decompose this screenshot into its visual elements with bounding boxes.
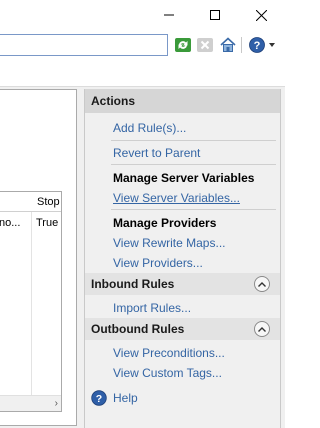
address-field[interactable] bbox=[0, 34, 168, 56]
view-custom-tags-link[interactable]: View Custom Tags... bbox=[113, 366, 222, 380]
home-icon[interactable] bbox=[219, 36, 237, 54]
minimize-button[interactable] bbox=[146, 0, 192, 30]
help-link[interactable]: Help bbox=[113, 391, 138, 405]
close-icon bbox=[255, 9, 267, 21]
inbound-rules-label: Inbound Rules bbox=[91, 277, 175, 291]
close-button[interactable] bbox=[238, 0, 284, 30]
view-rewrite-maps-link[interactable]: View Rewrite Maps... bbox=[113, 236, 225, 250]
separator bbox=[111, 164, 276, 165]
refresh-icon[interactable] bbox=[174, 36, 192, 54]
stop-icon[interactable] bbox=[196, 36, 214, 54]
help-icon[interactable]: ? bbox=[91, 390, 107, 406]
view-server-variables-link[interactable]: View Server Variables... bbox=[113, 191, 240, 205]
revert-to-parent-link[interactable]: Revert to Parent bbox=[113, 146, 200, 160]
toolbar-separator bbox=[241, 37, 242, 53]
svg-text:?: ? bbox=[254, 40, 261, 52]
add-rules-link[interactable]: Add Rule(s)... bbox=[113, 121, 186, 135]
separator bbox=[111, 140, 276, 141]
chevron-right-icon[interactable]: › bbox=[55, 398, 58, 409]
collapse-inbound-button[interactable] bbox=[254, 276, 270, 292]
content-area: Stop no... True › Actions Add Rule(s)...… bbox=[0, 87, 285, 428]
view-providers-link[interactable]: View Providers... bbox=[113, 256, 203, 270]
horizontal-scrollbar[interactable]: › bbox=[0, 395, 61, 411]
grid-header: Stop bbox=[0, 192, 61, 212]
address-bar-row: ? bbox=[0, 30, 285, 60]
actions-pane: Actions Add Rule(s)... Revert to Parent … bbox=[84, 89, 281, 428]
help-dropdown-icon[interactable]: ? bbox=[248, 36, 266, 54]
manage-server-variables-heading: Manage Server Variables bbox=[113, 171, 255, 185]
minimize-icon bbox=[164, 14, 174, 16]
title-bar bbox=[0, 0, 285, 30]
grid-cell[interactable]: True bbox=[36, 217, 58, 229]
import-rules-link[interactable]: Import Rules... bbox=[113, 301, 191, 315]
chevron-up-icon bbox=[258, 281, 266, 287]
rules-grid[interactable]: Stop no... True › bbox=[0, 191, 62, 412]
outbound-rules-label: Outbound Rules bbox=[91, 322, 185, 336]
view-preconditions-link[interactable]: View Preconditions... bbox=[113, 346, 225, 360]
column-header-stop[interactable]: Stop bbox=[37, 196, 60, 208]
maximize-icon bbox=[210, 10, 220, 20]
separator bbox=[111, 209, 276, 210]
manage-providers-heading: Manage Providers bbox=[113, 216, 217, 230]
inbound-rules-section: Inbound Rules bbox=[85, 273, 280, 295]
menu-strip bbox=[0, 60, 285, 87]
chevron-down-icon[interactable] bbox=[269, 43, 275, 47]
outbound-rules-section: Outbound Rules bbox=[85, 318, 280, 340]
actions-header: Actions bbox=[85, 89, 280, 113]
grid-cell[interactable]: no... bbox=[0, 217, 20, 229]
chevron-up-icon bbox=[258, 326, 266, 332]
maximize-button[interactable] bbox=[192, 0, 238, 30]
svg-text:?: ? bbox=[96, 393, 102, 405]
collapse-outbound-button[interactable] bbox=[254, 321, 270, 337]
